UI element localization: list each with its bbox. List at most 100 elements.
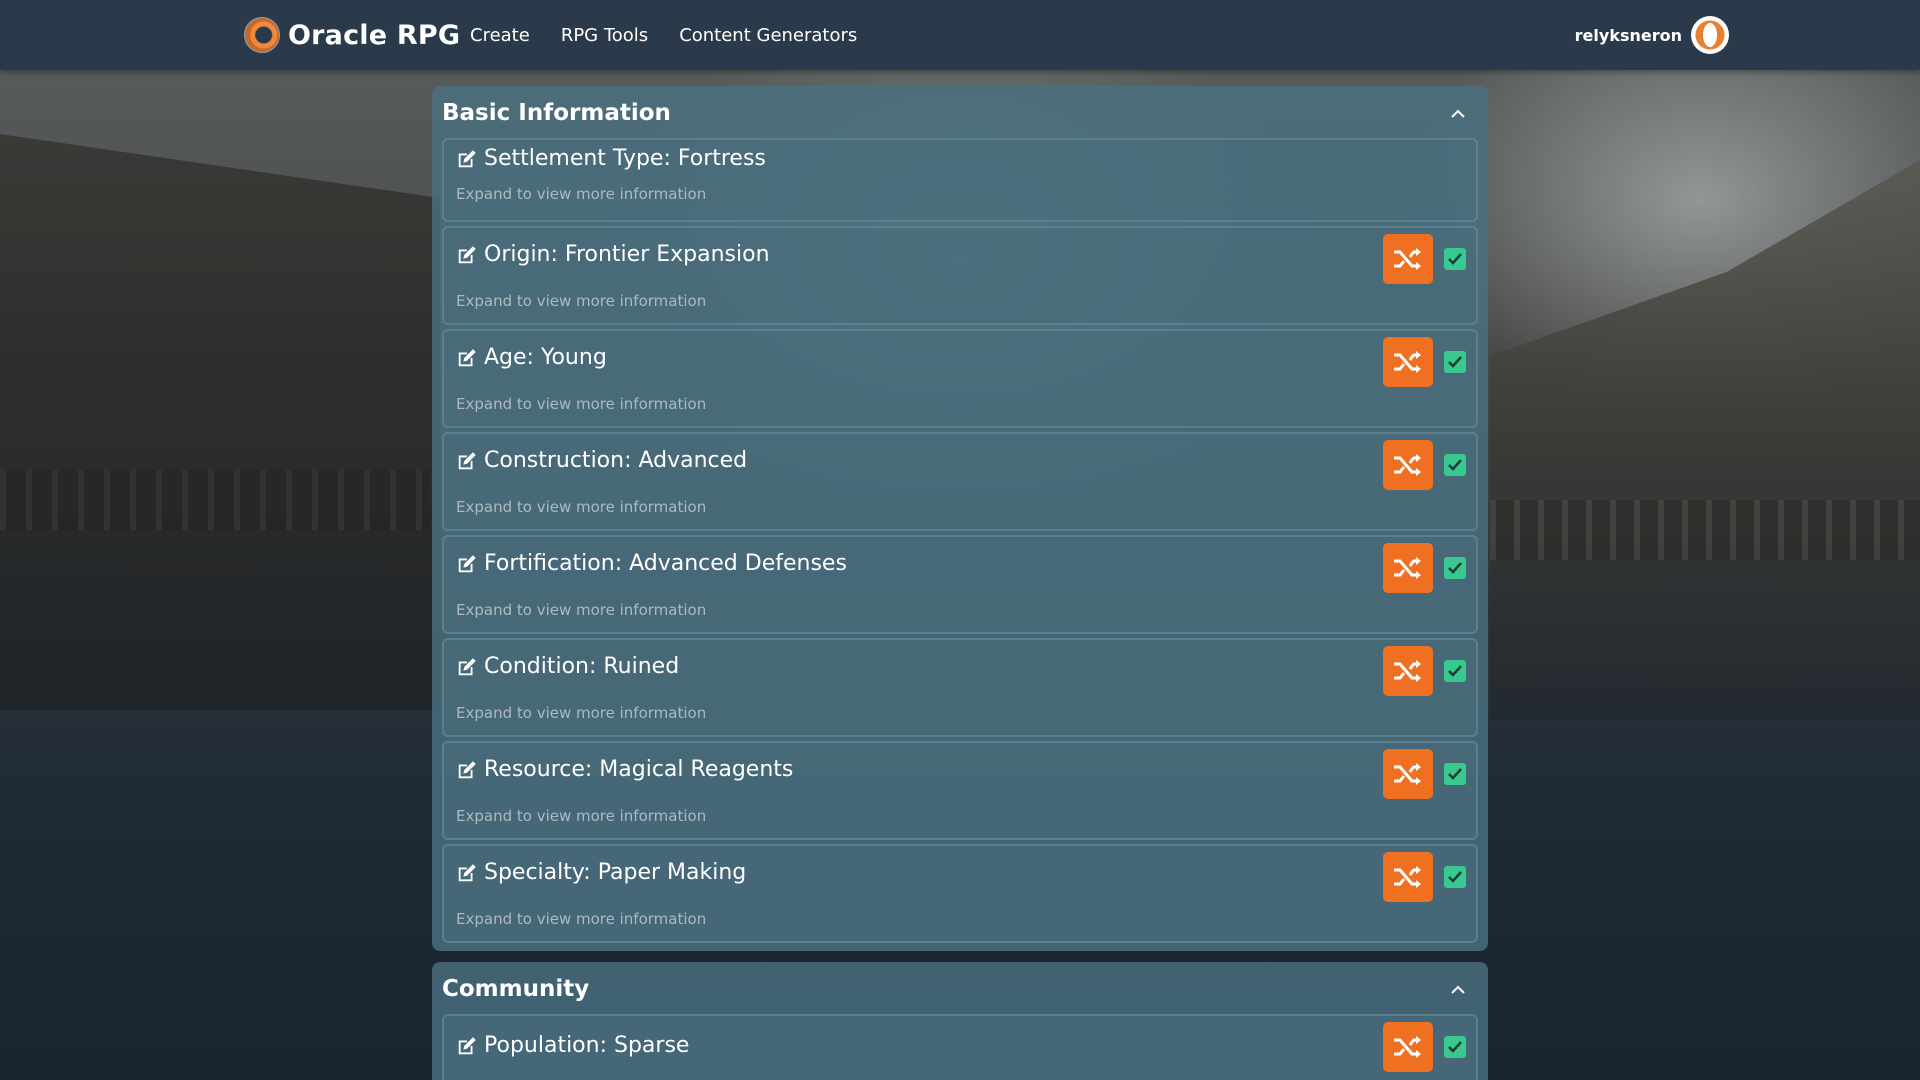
- check-icon: [1448, 356, 1462, 368]
- item-label: Construction: Advanced: [484, 448, 748, 473]
- check-icon: [1448, 253, 1462, 265]
- shuffle-button[interactable]: [1383, 646, 1433, 696]
- include-checkbox[interactable]: [1444, 1036, 1466, 1058]
- item-title: Fortification: Advanced Defenses: [456, 551, 847, 576]
- attribute-item-fortification[interactable]: Fortification: Advanced Defenses Expand …: [442, 535, 1478, 634]
- chevron-up-icon[interactable]: [1446, 101, 1470, 125]
- nav-link-rpg-tools[interactable]: RPG Tools: [561, 25, 648, 46]
- check-icon: [1448, 562, 1462, 574]
- item-label: Origin: Frontier Expansion: [484, 242, 770, 267]
- edit-icon[interactable]: [456, 148, 478, 170]
- shuffle-icon: [1394, 660, 1421, 682]
- background-railing-right: [1490, 500, 1920, 560]
- background-railing-left: [0, 470, 430, 530]
- nav-link-create[interactable]: Create: [470, 25, 530, 46]
- expand-hint[interactable]: Expand to view more information: [456, 601, 706, 619]
- check-icon: [1448, 768, 1462, 780]
- shuffle-button[interactable]: [1383, 1022, 1433, 1072]
- user-avatar[interactable]: [1691, 16, 1729, 54]
- item-label: Condition: Ruined: [484, 654, 680, 679]
- item-title: Construction: Advanced: [456, 448, 747, 473]
- section-basic-information: Basic Information Settlement Type: Fortr…: [432, 86, 1488, 951]
- chevron-up-icon[interactable]: [1446, 977, 1470, 1001]
- item-label: Specialty: Paper Making: [484, 860, 747, 885]
- attribute-item-population[interactable]: Population: Sparse: [442, 1014, 1478, 1080]
- check-icon: [1448, 459, 1462, 471]
- edit-icon[interactable]: [456, 450, 478, 472]
- section-title: Community: [442, 976, 590, 1002]
- include-checkbox[interactable]: [1444, 351, 1466, 373]
- attribute-item-construction[interactable]: Construction: Advanced Expand to view mo…: [442, 432, 1478, 531]
- nav-link-content-generators[interactable]: Content Generators: [679, 25, 857, 46]
- include-checkbox[interactable]: [1444, 557, 1466, 579]
- section-header-community[interactable]: Community: [442, 968, 1478, 1010]
- shuffle-icon: [1394, 248, 1421, 270]
- include-checkbox[interactable]: [1444, 866, 1466, 888]
- item-title: Population: Sparse: [456, 1033, 689, 1058]
- item-title: Specialty: Paper Making: [456, 860, 746, 885]
- shuffle-button[interactable]: [1383, 543, 1433, 593]
- background-building-right: [1490, 160, 1920, 720]
- include-checkbox[interactable]: [1444, 454, 1466, 476]
- item-title: Condition: Ruined: [456, 654, 679, 679]
- user-menu[interactable]: relyksneron: [1575, 14, 1729, 56]
- brand-name: Oracle RPG: [288, 19, 461, 51]
- check-icon: [1448, 871, 1462, 883]
- include-checkbox[interactable]: [1444, 763, 1466, 785]
- section-title: Basic Information: [442, 100, 671, 126]
- item-title: Settlement Type: Fortress: [456, 146, 766, 171]
- shuffle-button[interactable]: [1383, 234, 1433, 284]
- shuffle-icon: [1394, 557, 1421, 579]
- item-label: Resource: Magical Reagents: [484, 757, 794, 782]
- shuffle-button[interactable]: [1383, 852, 1433, 902]
- shuffle-icon: [1394, 351, 1421, 373]
- attribute-item-age[interactable]: Age: Young Expand to view more informati…: [442, 329, 1478, 428]
- nav-links: Create RPG Tools Content Generators: [470, 0, 857, 70]
- expand-hint[interactable]: Expand to view more information: [456, 292, 706, 310]
- edit-icon[interactable]: [456, 244, 478, 266]
- expand-hint[interactable]: Expand to view more information: [456, 185, 706, 203]
- oracle-logo-icon: [244, 17, 280, 53]
- shuffle-button[interactable]: [1383, 749, 1433, 799]
- item-title: Resource: Magical Reagents: [456, 757, 793, 782]
- expand-hint[interactable]: Expand to view more information: [456, 395, 706, 413]
- check-icon: [1448, 1041, 1462, 1053]
- item-label: Fortification: Advanced Defenses: [484, 551, 847, 576]
- expand-hint[interactable]: Expand to view more information: [456, 910, 706, 928]
- item-label: Population: Sparse: [484, 1033, 690, 1058]
- expand-hint[interactable]: Expand to view more information: [456, 498, 706, 516]
- shuffle-button[interactable]: [1383, 440, 1433, 490]
- shuffle-button[interactable]: [1383, 337, 1433, 387]
- shuffle-icon: [1394, 454, 1421, 476]
- include-checkbox[interactable]: [1444, 660, 1466, 682]
- item-title: Origin: Frontier Expansion: [456, 242, 770, 267]
- navbar: Oracle RPG Create RPG Tools Content Gene…: [0, 0, 1920, 70]
- shuffle-icon: [1394, 866, 1421, 888]
- item-label: Age: Young: [484, 345, 607, 370]
- edit-icon[interactable]: [456, 656, 478, 678]
- item-label: Settlement Type: Fortress: [484, 146, 766, 171]
- edit-icon[interactable]: [456, 862, 478, 884]
- attribute-item-specialty[interactable]: Specialty: Paper Making Expand to view m…: [442, 844, 1478, 943]
- check-icon: [1448, 665, 1462, 677]
- edit-icon[interactable]: [456, 347, 478, 369]
- item-title: Age: Young: [456, 345, 607, 370]
- edit-icon[interactable]: [456, 1035, 478, 1057]
- shuffle-icon: [1394, 1036, 1421, 1058]
- attribute-item-settlement-type[interactable]: Settlement Type: Fortress Expand to view…: [442, 138, 1478, 222]
- include-checkbox[interactable]: [1444, 248, 1466, 270]
- main-content: Basic Information Settlement Type: Fortr…: [432, 86, 1488, 1080]
- attribute-item-resource[interactable]: Resource: Magical Reagents Expand to vie…: [442, 741, 1478, 840]
- attribute-item-condition[interactable]: Condition: Ruined Expand to view more in…: [442, 638, 1478, 737]
- edit-icon[interactable]: [456, 759, 478, 781]
- background-building-left: [0, 134, 440, 710]
- section-community: Community Population: Sparse: [432, 962, 1488, 1080]
- brand-link[interactable]: Oracle RPG: [244, 15, 460, 55]
- shuffle-icon: [1394, 763, 1421, 785]
- expand-hint[interactable]: Expand to view more information: [456, 704, 706, 722]
- section-header-basic-information[interactable]: Basic Information: [442, 92, 1478, 134]
- attribute-item-origin[interactable]: Origin: Frontier Expansion Expand to vie…: [442, 226, 1478, 325]
- expand-hint[interactable]: Expand to view more information: [456, 807, 706, 825]
- username: relyksneron: [1574, 25, 1682, 45]
- edit-icon[interactable]: [456, 553, 478, 575]
